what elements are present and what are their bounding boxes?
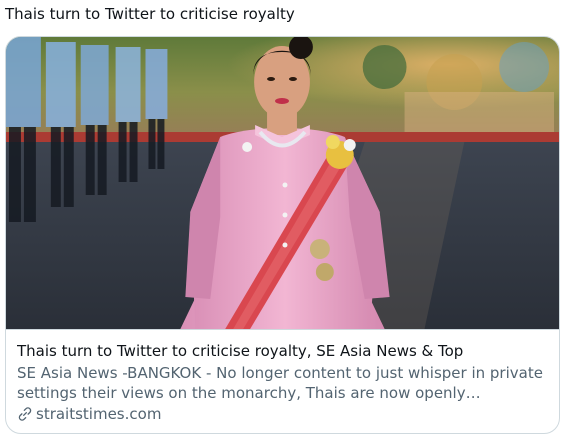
card-title[interactable]: Thais turn to Twitter to criticise royal… xyxy=(17,341,549,361)
card-domain-text: straitstimes.com xyxy=(36,405,162,423)
link-icon xyxy=(18,407,32,421)
card-body[interactable]: Thais turn to Twitter to criticise royal… xyxy=(17,341,549,424)
card-domain[interactable]: straitstimes.com xyxy=(17,404,549,424)
card-description: SE Asia News -BANGKOK - No longer conten… xyxy=(17,364,543,402)
card-divider xyxy=(6,329,559,330)
link-preview-card[interactable]: Thais turn to Twitter to criticise royal… xyxy=(5,36,560,434)
tweet-text: Thais turn to Twitter to criticise royal… xyxy=(5,5,295,23)
card-image[interactable] xyxy=(6,37,559,329)
card-photo xyxy=(6,37,559,329)
